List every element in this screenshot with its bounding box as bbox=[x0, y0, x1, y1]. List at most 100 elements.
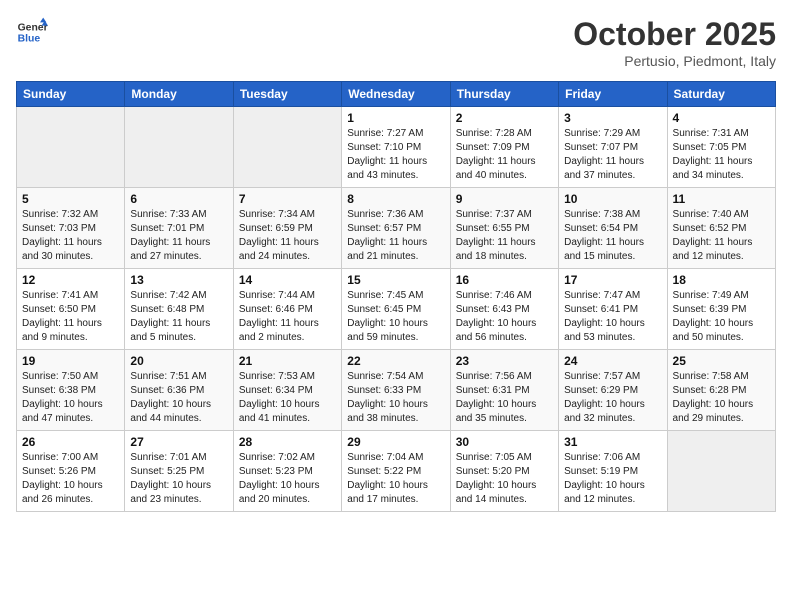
day-info: Sunrise: 7:58 AM Sunset: 6:28 PM Dayligh… bbox=[673, 370, 770, 426]
calendar-cell: 18Sunrise: 7:49 AM Sunset: 6:39 PM Dayli… bbox=[667, 269, 775, 350]
day-info: Sunrise: 7:02 AM Sunset: 5:23 PM Dayligh… bbox=[239, 451, 336, 507]
day-number: 25 bbox=[673, 354, 770, 368]
day-info: Sunrise: 7:29 AM Sunset: 7:07 PM Dayligh… bbox=[564, 127, 661, 183]
calendar-cell: 27 Sunrise: 7:01 AM Sunset: 5:25 PM Dayli… bbox=[125, 431, 233, 512]
day-info: Sunrise: 7:34 AM Sunset: 6:59 PM Dayligh… bbox=[239, 208, 336, 264]
logo-icon: General Blue bbox=[16, 16, 48, 48]
day-info: Sunrise: 7:53 AM Sunset: 6:34 PM Dayligh… bbox=[239, 370, 336, 426]
header-saturday: Saturday bbox=[667, 82, 775, 107]
calendar-cell: 5 Sunrise: 7:32 AM Sunset: 7:03 PM Daylig… bbox=[17, 188, 125, 269]
calendar-cell: 15Sunrise: 7:45 AM Sunset: 6:45 PM Dayli… bbox=[342, 269, 450, 350]
day-number: 24 bbox=[564, 354, 661, 368]
calendar-cell: 26 Sunrise: 7:00 AM Sunset: 5:26 PM Dayli… bbox=[17, 431, 125, 512]
calendar-cell bbox=[233, 107, 341, 188]
day-info: Sunrise: 7:46 AM Sunset: 6:43 PM Dayligh… bbox=[456, 289, 553, 345]
calendar-cell: 11 Sunrise: 7:40 AM Sunset: 6:52 PM Dayli… bbox=[667, 188, 775, 269]
day-info: Sunrise: 7:36 AM Sunset: 6:57 PM Dayligh… bbox=[347, 208, 444, 264]
calendar-cell: 4 Sunrise: 7:31 AM Sunset: 7:05 PM Daylig… bbox=[667, 107, 775, 188]
header-sunday: Sunday bbox=[17, 82, 125, 107]
day-number: 16 bbox=[456, 273, 553, 287]
day-info: Sunrise: 7:27 AM Sunset: 7:10 PM Dayligh… bbox=[347, 127, 444, 183]
day-number: 18 bbox=[673, 273, 770, 287]
calendar-cell: 21 Sunrise: 7:53 AM Sunset: 6:34 PM Dayli… bbox=[233, 350, 341, 431]
day-number: 26 bbox=[22, 435, 119, 449]
day-number: 19 bbox=[22, 354, 119, 368]
calendar-cell: 10Sunrise: 7:38 AM Sunset: 6:54 PM Dayli… bbox=[559, 188, 667, 269]
day-number: 21 bbox=[239, 354, 336, 368]
calendar-cell: 30 Sunrise: 7:05 AM Sunset: 5:20 PM Dayli… bbox=[450, 431, 558, 512]
calendar-week-2: 5 Sunrise: 7:32 AM Sunset: 7:03 PM Daylig… bbox=[17, 188, 776, 269]
day-info: Sunrise: 7:40 AM Sunset: 6:52 PM Dayligh… bbox=[673, 208, 770, 264]
header-thursday: Thursday bbox=[450, 82, 558, 107]
calendar-cell: 23Sunrise: 7:56 AM Sunset: 6:31 PM Dayli… bbox=[450, 350, 558, 431]
day-number: 7 bbox=[239, 192, 336, 206]
page-header: General Blue October 2025 Pertusio, Pied… bbox=[16, 16, 776, 69]
calendar-cell: 22 Sunrise: 7:54 AM Sunset: 6:33 PM Dayli… bbox=[342, 350, 450, 431]
day-info: Sunrise: 7:04 AM Sunset: 5:22 PM Dayligh… bbox=[347, 451, 444, 507]
day-number: 28 bbox=[239, 435, 336, 449]
day-number: 3 bbox=[564, 111, 661, 125]
day-info: Sunrise: 7:45 AM Sunset: 6:45 PM Dayligh… bbox=[347, 289, 444, 345]
day-number: 22 bbox=[347, 354, 444, 368]
day-number: 4 bbox=[673, 111, 770, 125]
calendar-header-row: SundayMondayTuesdayWednesdayThursdayFrid… bbox=[17, 82, 776, 107]
calendar-cell bbox=[667, 431, 775, 512]
calendar-cell: 1 Sunrise: 7:27 AM Sunset: 7:10 PM Daylig… bbox=[342, 107, 450, 188]
day-number: 30 bbox=[456, 435, 553, 449]
calendar-cell: 3 Sunrise: 7:29 AM Sunset: 7:07 PM Daylig… bbox=[559, 107, 667, 188]
day-number: 9 bbox=[456, 192, 553, 206]
day-info: Sunrise: 7:05 AM Sunset: 5:20 PM Dayligh… bbox=[456, 451, 553, 507]
day-number: 23 bbox=[456, 354, 553, 368]
day-number: 2 bbox=[456, 111, 553, 125]
calendar-week-1: 1 Sunrise: 7:27 AM Sunset: 7:10 PM Daylig… bbox=[17, 107, 776, 188]
svg-text:Blue: Blue bbox=[18, 34, 41, 45]
day-number: 17 bbox=[564, 273, 661, 287]
calendar-cell bbox=[17, 107, 125, 188]
day-info: Sunrise: 7:32 AM Sunset: 7:03 PM Dayligh… bbox=[22, 208, 119, 264]
day-number: 27 bbox=[130, 435, 227, 449]
calendar-cell: 25 Sunrise: 7:58 AM Sunset: 6:28 PM Dayli… bbox=[667, 350, 775, 431]
calendar-cell: 31Sunrise: 7:06 AM Sunset: 5:19 PM Dayli… bbox=[559, 431, 667, 512]
header-monday: Monday bbox=[125, 82, 233, 107]
day-number: 29 bbox=[347, 435, 444, 449]
day-info: Sunrise: 7:44 AM Sunset: 6:46 PM Dayligh… bbox=[239, 289, 336, 345]
day-info: Sunrise: 7:33 AM Sunset: 7:01 PM Dayligh… bbox=[130, 208, 227, 264]
calendar-cell: 16 Sunrise: 7:46 AM Sunset: 6:43 PM Dayli… bbox=[450, 269, 558, 350]
day-number: 10 bbox=[564, 192, 661, 206]
day-info: Sunrise: 7:47 AM Sunset: 6:41 PM Dayligh… bbox=[564, 289, 661, 345]
day-info: Sunrise: 7:28 AM Sunset: 7:09 PM Dayligh… bbox=[456, 127, 553, 183]
day-info: Sunrise: 7:01 AM Sunset: 5:25 PM Dayligh… bbox=[130, 451, 227, 507]
day-number: 12 bbox=[22, 273, 119, 287]
calendar-cell: 20Sunrise: 7:51 AM Sunset: 6:36 PM Dayli… bbox=[125, 350, 233, 431]
month-title: October 2025 bbox=[573, 16, 776, 53]
calendar-cell: 8Sunrise: 7:36 AM Sunset: 6:57 PM Daylig… bbox=[342, 188, 450, 269]
calendar-cell: 19Sunrise: 7:50 AM Sunset: 6:38 PM Dayli… bbox=[17, 350, 125, 431]
calendar-week-4: 19Sunrise: 7:50 AM Sunset: 6:38 PM Dayli… bbox=[17, 350, 776, 431]
day-number: 20 bbox=[130, 354, 227, 368]
calendar-cell: 28 Sunrise: 7:02 AM Sunset: 5:23 PM Dayli… bbox=[233, 431, 341, 512]
calendar-cell: 12Sunrise: 7:41 AM Sunset: 6:50 PM Dayli… bbox=[17, 269, 125, 350]
calendar-cell bbox=[125, 107, 233, 188]
calendar-cell: 14 Sunrise: 7:44 AM Sunset: 6:46 PM Dayli… bbox=[233, 269, 341, 350]
calendar-cell: 6 Sunrise: 7:33 AM Sunset: 7:01 PM Daylig… bbox=[125, 188, 233, 269]
day-number: 1 bbox=[347, 111, 444, 125]
calendar-cell: 17 Sunrise: 7:47 AM Sunset: 6:41 PM Dayli… bbox=[559, 269, 667, 350]
calendar-cell: 2 Sunrise: 7:28 AM Sunset: 7:09 PM Daylig… bbox=[450, 107, 558, 188]
logo: General Blue bbox=[16, 16, 48, 48]
header-wednesday: Wednesday bbox=[342, 82, 450, 107]
day-info: Sunrise: 7:31 AM Sunset: 7:05 PM Dayligh… bbox=[673, 127, 770, 183]
day-number: 14 bbox=[239, 273, 336, 287]
calendar-week-3: 12Sunrise: 7:41 AM Sunset: 6:50 PM Dayli… bbox=[17, 269, 776, 350]
day-number: 5 bbox=[22, 192, 119, 206]
calendar-table: SundayMondayTuesdayWednesdayThursdayFrid… bbox=[16, 81, 776, 512]
header-tuesday: Tuesday bbox=[233, 82, 341, 107]
calendar-cell: 13Sunrise: 7:42 AM Sunset: 6:48 PM Dayli… bbox=[125, 269, 233, 350]
calendar-cell: 9 Sunrise: 7:37 AM Sunset: 6:55 PM Daylig… bbox=[450, 188, 558, 269]
day-number: 13 bbox=[130, 273, 227, 287]
location-subtitle: Pertusio, Piedmont, Italy bbox=[573, 53, 776, 69]
day-info: Sunrise: 7:00 AM Sunset: 5:26 PM Dayligh… bbox=[22, 451, 119, 507]
day-info: Sunrise: 7:54 AM Sunset: 6:33 PM Dayligh… bbox=[347, 370, 444, 426]
day-number: 11 bbox=[673, 192, 770, 206]
day-info: Sunrise: 7:37 AM Sunset: 6:55 PM Dayligh… bbox=[456, 208, 553, 264]
day-number: 6 bbox=[130, 192, 227, 206]
